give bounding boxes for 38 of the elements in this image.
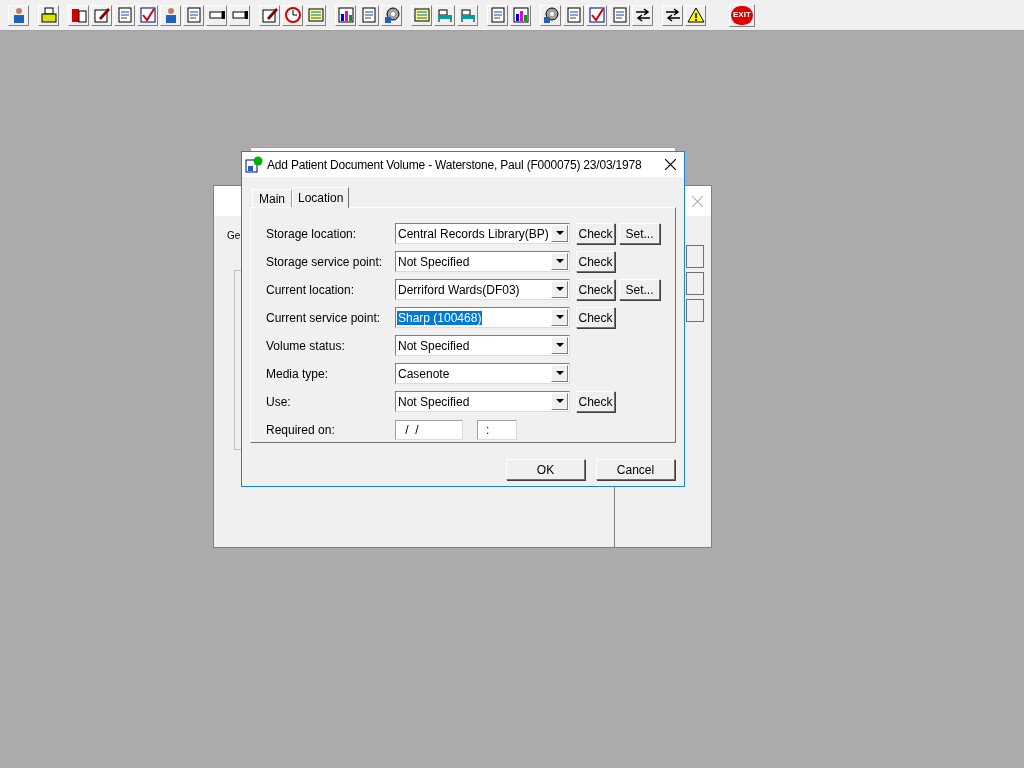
exit-button[interactable]: EXIT [729, 3, 755, 27]
dialog-button[interactable]: Check [576, 251, 615, 272]
dropdown-field[interactable]: Not Specified [395, 335, 570, 356]
field-label: Storage location: [266, 225, 358, 243]
dropdown-field[interactable]: Not Specified [395, 391, 570, 412]
field-label: Storage service point: [266, 253, 384, 271]
tab[interactable]: Main [252, 189, 292, 207]
dialog-button[interactable]: Set... [619, 223, 660, 244]
dialog-button[interactable]: Check [576, 307, 615, 328]
dropdown-value: Derriford Wards(DF03) [397, 282, 521, 297]
dropdown-value: Not Specified [397, 394, 471, 409]
window-title: Add Patient Document Volume - Waterstone, Paul (F000075) 23/03/1978 [267, 156, 642, 174]
dialog-button[interactable]: Cancel [596, 459, 675, 480]
tab-label[interactable]: Ge [227, 228, 241, 243]
dropdown-value: Not Specified [397, 254, 471, 269]
field-label: Volume status: [266, 337, 346, 355]
dialog-button[interactable]: OK [506, 459, 585, 480]
dropdown-value: Casenote [397, 366, 451, 381]
dropdown-field[interactable]: Not Specified [395, 251, 570, 272]
dialog-button[interactable]: Check [576, 391, 615, 412]
dropdown-field[interactable]: Casenote [395, 363, 570, 384]
dialog-button[interactable]: Set... [619, 279, 660, 300]
dropdown-field[interactable]: Derriford Wards(DF03) [395, 279, 570, 300]
dropdown-value: Central Records Library(BP) [397, 226, 550, 241]
dropdown-field[interactable]: Central Records Library(BP) [395, 223, 570, 244]
field-label: Media type: [266, 365, 330, 383]
dialog-button[interactable]: Check [576, 223, 615, 244]
field-label: Required on: [266, 421, 336, 439]
time-field[interactable]: : [477, 419, 517, 440]
field-label: Use: [266, 393, 292, 411]
field-label: Current service point: [266, 309, 382, 327]
dropdown-field[interactable]: Sharp (100468) [395, 307, 570, 328]
dropdown-value: Not Specified [397, 338, 471, 353]
dropdown-value: Sharp (100468) [397, 310, 483, 325]
dialog-button[interactable]: Check [576, 279, 615, 300]
date-field[interactable]: / / [395, 419, 463, 440]
field-label: Current location: [266, 281, 356, 299]
tab[interactable]: Location [292, 187, 350, 208]
